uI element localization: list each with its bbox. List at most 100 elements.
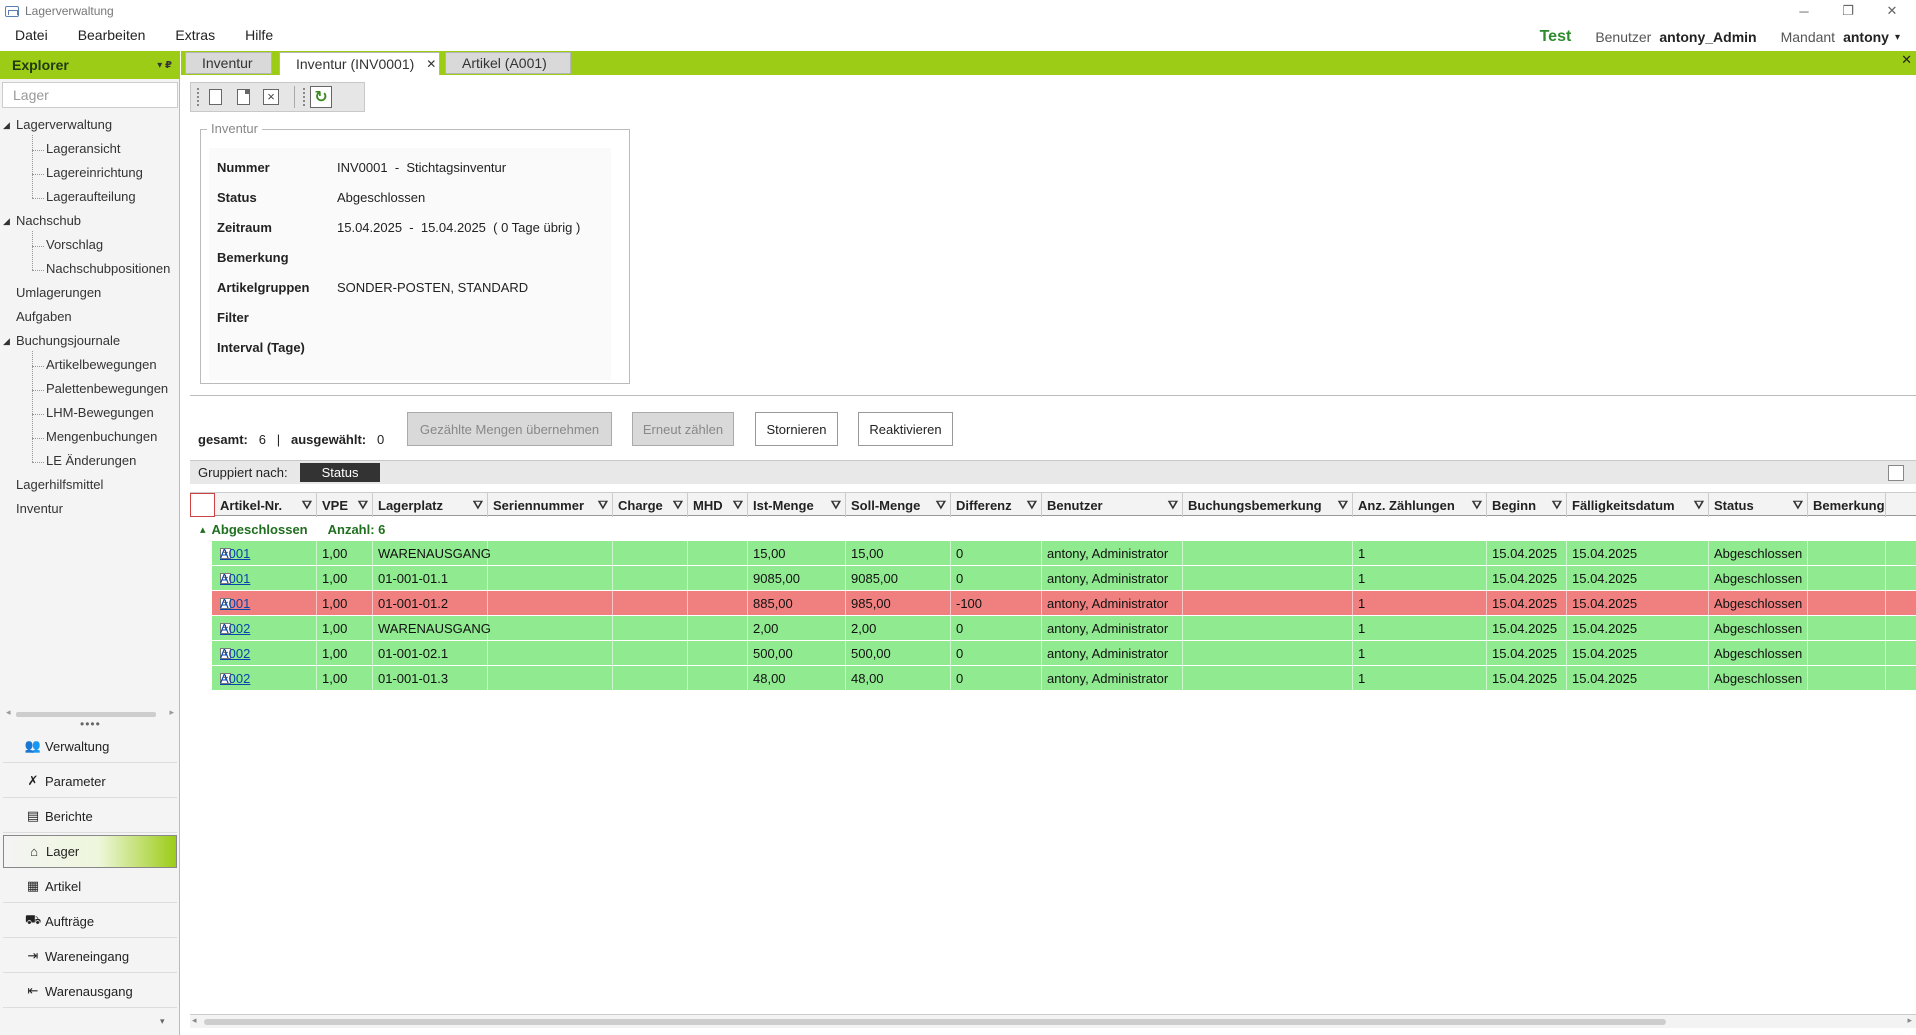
scroll-left-icon[interactable]: ◂ xyxy=(192,1015,197,1026)
apply-counted-quantities-button[interactable]: Gezählte Mengen übernehmen xyxy=(407,412,612,446)
column-header-differenz[interactable]: Differenz ⛛ xyxy=(951,493,1042,517)
tree-item-le-änderungen[interactable]: LE Änderungen xyxy=(46,453,136,468)
nav-parameter[interactable]: ✗ Parameter xyxy=(3,765,177,798)
scroll-right-icon[interactable]: ▸ xyxy=(169,707,174,718)
save-document-button[interactable] xyxy=(232,86,254,108)
cell-vpe[interactable]: 1,00 xyxy=(317,541,373,566)
cell-due[interactable]: 15.04.2025 xyxy=(1567,566,1709,591)
grid-hscrollbar[interactable]: ◂ ▸ xyxy=(190,1014,1916,1028)
tree-item-lageraufteilung[interactable]: Lageraufteilung xyxy=(46,189,136,204)
cell-due[interactable]: 15.04.2025 xyxy=(1567,591,1709,616)
cell-remark[interactable] xyxy=(1183,666,1353,691)
nav-warenausgang[interactable]: ⇤ Warenausgang xyxy=(3,975,177,1008)
cell-counts[interactable]: 1 xyxy=(1353,566,1487,591)
tab-inventur-inv0001[interactable]: Inventur (INV0001) ✕ xyxy=(279,52,440,75)
column-header-fälligkeitsdatum[interactable]: Fälligkeitsdatum ⛛ xyxy=(1567,493,1709,517)
cell-status[interactable]: Abgeschlossen xyxy=(1709,566,1808,591)
cell-batch[interactable] xyxy=(613,641,688,666)
table-row[interactable]: + A002 1,00 01-001-01.3 48,00 48,00 0 antony, A… xyxy=(212,666,1916,691)
refresh-button[interactable]: ↻ xyxy=(310,86,332,108)
toolbar-grip[interactable] xyxy=(303,88,306,106)
panel-splitter[interactable]: •••• xyxy=(80,717,101,731)
cell-actual[interactable]: 9085,00 xyxy=(748,566,846,591)
cell-remark[interactable] xyxy=(1183,591,1353,616)
cell-mhd[interactable] xyxy=(688,566,748,591)
cell-remark[interactable] xyxy=(1183,541,1353,566)
cell-start[interactable]: 15.04.2025 xyxy=(1487,541,1567,566)
table-row[interactable]: + A001 1,00 WARENAUSGANG 15,00 15,00 0 antony, … xyxy=(212,541,1916,566)
column-header-artikel-nr[interactable]: Artikel-Nr. ⛛ xyxy=(215,493,317,517)
cell-start[interactable]: 15.04.2025 xyxy=(1487,641,1567,666)
cell-remark[interactable] xyxy=(1183,616,1353,641)
column-header-beginn[interactable]: Beginn ⛛ xyxy=(1487,493,1567,517)
cell-serial[interactable] xyxy=(488,591,613,616)
cell-target[interactable]: 500,00 xyxy=(846,641,951,666)
cell-vpe[interactable]: 1,00 xyxy=(317,591,373,616)
cell-actual[interactable]: 2,00 xyxy=(748,616,846,641)
cell-note[interactable] xyxy=(1808,641,1886,666)
tree-item-aufgaben[interactable]: Aufgaben xyxy=(16,309,72,324)
group-row-abgeschlossen[interactable]: ▴ Abgeschlossen Anzahl: 6 xyxy=(190,519,385,539)
cell-location[interactable]: 01-001-02.1 xyxy=(373,641,488,666)
article-link[interactable]: A002 xyxy=(220,671,250,686)
filter-icon[interactable]: ⛛ xyxy=(1168,498,1178,513)
filter-icon[interactable]: ⛛ xyxy=(1472,498,1482,513)
tab-inventur[interactable]: Inventur xyxy=(185,52,272,74)
toolbar-grip[interactable] xyxy=(197,88,200,106)
cell-remark[interactable] xyxy=(1183,641,1353,666)
tree-item-palettenbewegungen[interactable]: Palettenbewegungen xyxy=(46,381,168,396)
cell-actual[interactable]: 500,00 xyxy=(748,641,846,666)
column-header-status[interactable]: Status ⛛ xyxy=(1709,493,1808,517)
cell-target[interactable]: 2,00 xyxy=(846,616,951,641)
menu-bearbeiten[interactable]: Bearbeiten xyxy=(63,27,161,43)
restore-button[interactable]: ❐ xyxy=(1826,0,1870,22)
cell-counts[interactable]: 1 xyxy=(1353,616,1487,641)
cell-batch[interactable] xyxy=(613,541,688,566)
column-header-buchungsbemerkung[interactable]: Buchungsbemerkung ⛛ xyxy=(1183,493,1353,517)
filter-icon[interactable]: ⛛ xyxy=(302,498,312,513)
reactivate-button[interactable]: Reaktivieren xyxy=(858,412,953,446)
cell-target[interactable]: 15,00 xyxy=(846,541,951,566)
cell-due[interactable]: 15.04.2025 xyxy=(1567,541,1709,566)
article-link[interactable]: A001 xyxy=(220,571,250,586)
user-value[interactable]: antony_Admin xyxy=(1659,29,1756,45)
menu-hilfe[interactable]: Hilfe xyxy=(230,27,288,43)
column-header-lagerplatz[interactable]: Lagerplatz ⛛ xyxy=(373,493,488,517)
nav-more-icon[interactable]: ▾ xyxy=(160,1016,165,1027)
group-by-status-chip[interactable]: Status xyxy=(299,463,381,482)
cell-note[interactable] xyxy=(1808,566,1886,591)
cell-counts[interactable]: 1 xyxy=(1353,641,1487,666)
filter-icon[interactable]: ⛛ xyxy=(473,498,483,513)
cell-location[interactable]: WARENAUSGANG xyxy=(373,616,491,641)
tree-item-lagereinrichtung[interactable]: Lagereinrichtung xyxy=(46,165,143,180)
table-row[interactable]: + A001 1,00 01-001-01.1 9085,00 9085,00 0 anton… xyxy=(212,566,1916,591)
tree-item-umlagerungen[interactable]: Umlagerungen xyxy=(16,285,101,300)
minimize-button[interactable]: ─ xyxy=(1782,0,1826,22)
nav-verwaltung[interactable]: 👥 Verwaltung xyxy=(3,730,177,763)
cell-note[interactable] xyxy=(1808,541,1886,566)
cell-actual[interactable]: 48,00 xyxy=(748,666,846,691)
cell-due[interactable]: 15.04.2025 xyxy=(1567,666,1709,691)
cell-location[interactable]: 01-001-01.1 xyxy=(373,566,488,591)
cell-target[interactable]: 9085,00 xyxy=(846,566,951,591)
column-header-mhd[interactable]: MHD ⛛ xyxy=(688,493,748,517)
table-row[interactable]: + A001 1,00 01-001-01.2 885,00 985,00 -100 anto… xyxy=(212,591,1916,616)
cell-diff[interactable]: -100 xyxy=(951,591,1042,616)
tree-item-inventur[interactable]: Inventur xyxy=(16,501,63,516)
column-header-bemerkung[interactable]: Bemerkung xyxy=(1808,493,1886,517)
cell-serial[interactable] xyxy=(488,666,613,691)
cell-mhd[interactable] xyxy=(688,541,748,566)
cell-mhd[interactable] xyxy=(688,616,748,641)
filter-icon[interactable]: ⛛ xyxy=(733,498,743,513)
filter-icon[interactable]: ⛛ xyxy=(358,498,368,513)
cell-start[interactable]: 15.04.2025 xyxy=(1487,591,1567,616)
column-chooser-icon[interactable] xyxy=(1888,465,1904,481)
tree-item-artikelbewegungen[interactable]: Artikelbewegungen xyxy=(46,357,157,372)
cell-location[interactable]: 01-001-01.3 xyxy=(373,666,488,691)
article-link[interactable]: A002 xyxy=(220,621,250,636)
filter-icon[interactable]: ⛛ xyxy=(831,498,841,513)
tree-item-buchungsjournale[interactable]: Buchungsjournale xyxy=(16,333,120,348)
cell-counts[interactable]: 1 xyxy=(1353,541,1487,566)
cell-serial[interactable] xyxy=(488,641,613,666)
cell-mhd[interactable] xyxy=(688,641,748,666)
